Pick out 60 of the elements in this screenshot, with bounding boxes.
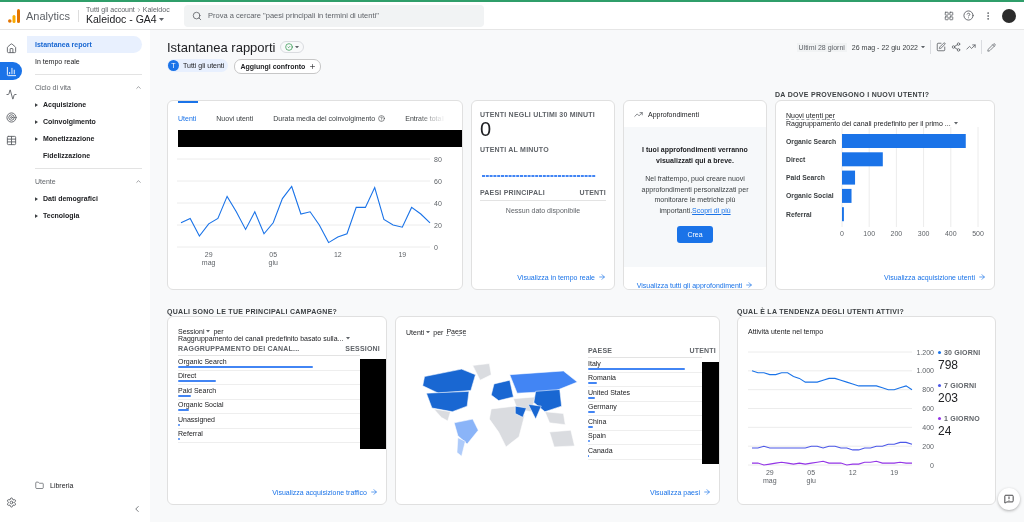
plus-icon — [309, 63, 317, 70]
trend-icon — [634, 109, 643, 119]
target-icon — [5, 111, 17, 123]
arrow-right-icon — [598, 273, 606, 281]
avatar[interactable] — [1002, 8, 1016, 23]
caret-icon — [295, 45, 300, 49]
realtime-count: 0 — [480, 118, 493, 141]
edit-button[interactable] — [987, 42, 996, 52]
settings-icon — [5, 496, 17, 508]
product-name: Analytics — [26, 9, 80, 22]
caret-icon — [921, 45, 925, 49]
share-icon — [951, 42, 961, 52]
arrow-right-icon — [978, 273, 986, 281]
insights-button[interactable] — [966, 42, 976, 52]
search-icon — [192, 10, 203, 21]
legend-value: 24 — [938, 424, 953, 438]
triangle-icon — [35, 102, 38, 107]
triangle-icon — [35, 136, 38, 141]
caret-icon — [158, 17, 164, 21]
property-selector[interactable]: Kaleidoc - GA4 — [86, 13, 183, 25]
customize-report-button[interactable] — [936, 42, 946, 52]
pulse-icon — [5, 88, 17, 100]
legend-value: 798 — [938, 358, 960, 372]
rail-button[interactable] — [0, 62, 22, 80]
pencil-icon — [987, 42, 996, 52]
bar-chart-icon — [5, 65, 17, 77]
check-circle-icon — [285, 43, 294, 51]
chevron-left-icon — [132, 504, 142, 514]
legend-value: 203 — [938, 391, 960, 405]
triangle-icon — [35, 196, 38, 201]
feedback-button[interactable] — [998, 488, 1020, 510]
help-icon — [963, 10, 974, 21]
apps-button[interactable] — [944, 10, 954, 21]
arrow-right-icon — [703, 488, 711, 496]
bar — [842, 188, 852, 203]
caret-icon — [426, 330, 431, 334]
page-title: Istantanea rapporti — [167, 39, 276, 55]
analytics-logo — [8, 8, 20, 23]
triangle-icon — [35, 119, 38, 124]
arrow-right-icon — [370, 488, 378, 496]
collapse-button[interactable] — [132, 504, 142, 514]
help-button[interactable] — [963, 10, 974, 21]
home-icon — [5, 42, 17, 54]
edit-square-icon — [936, 42, 946, 52]
chevron-icon — [135, 6, 142, 13]
caret-icon — [346, 337, 351, 340]
chevron-up-icon — [135, 178, 142, 185]
bar — [842, 152, 883, 167]
trend-icon — [966, 42, 976, 52]
triangle-icon — [35, 213, 38, 218]
share-button[interactable] — [951, 42, 961, 52]
grid-icon — [944, 10, 954, 21]
caret-icon — [953, 122, 958, 125]
caret-icon — [206, 330, 211, 333]
arrow-right-icon — [745, 281, 754, 289]
chevron-up-icon — [135, 84, 142, 91]
bar — [842, 170, 856, 185]
table-icon — [5, 134, 17, 146]
feedback-icon — [1004, 494, 1014, 504]
folder-icon — [35, 481, 44, 490]
